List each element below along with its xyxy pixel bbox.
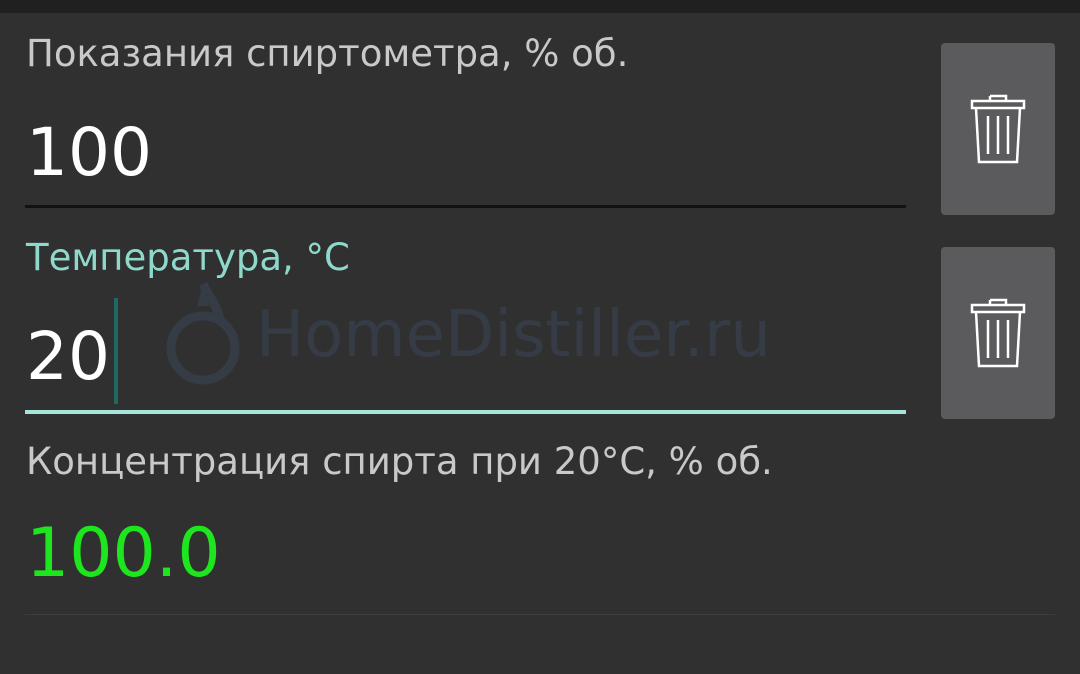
hydrometer-input[interactable]	[26, 116, 906, 188]
status-bar-edge	[0, 0, 1080, 13]
trash-icon	[970, 298, 1026, 368]
clear-hydrometer-button[interactable]	[941, 43, 1055, 215]
temperature-label: Температура, °C	[26, 236, 350, 279]
trash-icon	[970, 94, 1026, 164]
text-caret	[114, 298, 118, 404]
hydrometer-underline	[25, 205, 906, 208]
temperature-underline	[25, 410, 906, 414]
divider	[25, 614, 1055, 615]
temperature-input[interactable]	[26, 320, 906, 392]
clear-temperature-button[interactable]	[941, 247, 1055, 419]
hydrometer-label: Показания спиртометра, % об.	[26, 32, 629, 75]
result-label: Концентрация спирта при 20°C, % об.	[26, 440, 773, 483]
app-screen: Показания спиртометра, % об. Температура…	[0, 0, 1080, 674]
result-value: 100.0	[26, 514, 221, 593]
